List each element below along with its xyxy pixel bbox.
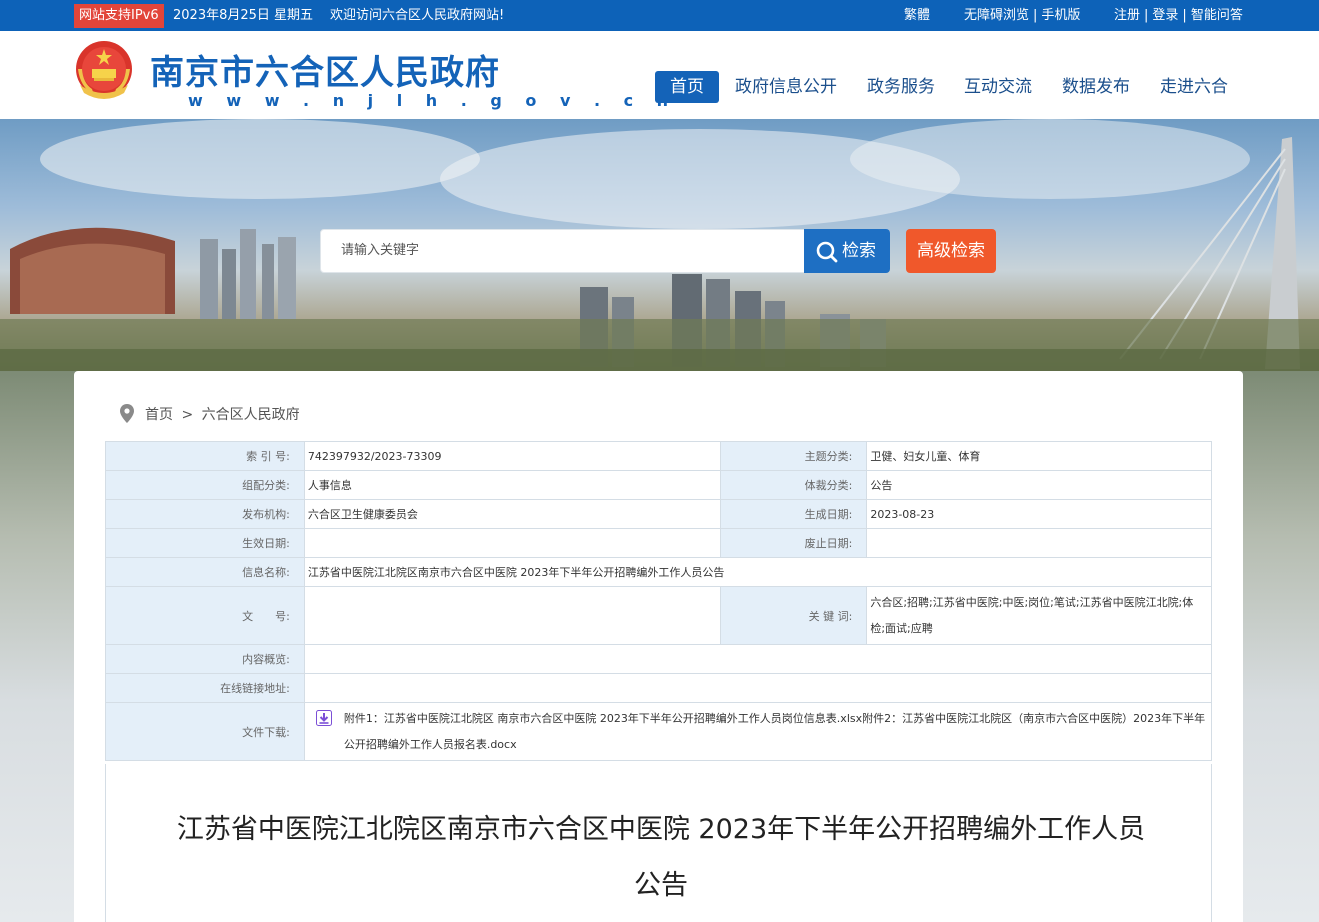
login-link[interactable]: 登录: [1152, 8, 1178, 23]
effective-date-label: 生效日期:: [105, 528, 305, 558]
org-category-label: 组配分类:: [105, 470, 305, 500]
smart-qa-link[interactable]: 智能问答: [1191, 8, 1243, 23]
effective-date-value: [303, 528, 722, 558]
separator: |: [1033, 8, 1038, 23]
attachment-links[interactable]: 附件1：江苏省中医院江北院区 南京市六合区中医院 2023年下半年公开招聘编外工…: [344, 706, 1207, 758]
national-emblem-icon[interactable]: [74, 39, 134, 105]
table-row: 文件下载: 附件1：江苏省中医院江北院区 南京市六合区中医院 2023年下半年公…: [105, 702, 1213, 761]
genre-label: 体裁分类:: [720, 470, 868, 500]
info-name-label: 信息名称:: [105, 557, 305, 587]
current-date: 2023年8月25日 星期五: [173, 8, 314, 23]
file-download-label: 文件下载:: [105, 702, 305, 761]
accessibility-links: 无障碍浏览 | 手机版: [964, 0, 1080, 31]
top-bar: 网站支持IPv6 2023年8月25日 星期五 欢迎访问六合区人民政府网站! 繁…: [0, 0, 1319, 31]
site-url: w w w . n j l h . g o v . c n: [188, 91, 678, 110]
advanced-search-button[interactable]: 高级检索: [906, 229, 996, 273]
genre-value: 公告: [866, 470, 1212, 500]
created-date-value: 2023-08-23: [866, 499, 1212, 529]
search-input[interactable]: 请输入关键字: [320, 229, 806, 273]
nav-gov-services[interactable]: 政务服务: [867, 71, 935, 103]
location-pin-icon: [120, 404, 134, 423]
breadcrumb-current[interactable]: 六合区人民政府: [202, 407, 300, 423]
article-title-line2: 公告: [634, 870, 688, 901]
nav-interaction[interactable]: 互动交流: [964, 71, 1032, 103]
search-button[interactable]: 检索: [804, 229, 890, 273]
search-icon: [816, 241, 838, 263]
table-row: 信息名称: 江苏省中医院江北院区南京市六合区中医院 2023年下半年公开招聘编外…: [105, 557, 1213, 587]
table-row: 文 号: 关 键 词: 六合区;招聘;江苏省中医院;中医;岗位;笔试;江苏省中医…: [105, 586, 1212, 645]
table-row: 发布机构: 六合区卫生健康委员会 生成日期: 2023-08-23: [105, 499, 1212, 529]
org-category-value: 人事信息: [303, 470, 722, 500]
site-header: 南京市六合区人民政府 w w w . n j l h . g o v . c n…: [0, 31, 1319, 119]
breadcrumb-sep: >: [181, 407, 194, 423]
info-name-value: 江苏省中医院江北院区南京市六合区中医院 2023年下半年公开招聘编外工作人员公告: [303, 557, 1213, 587]
traditional-link-wrap: 繁體: [904, 0, 930, 31]
table-row: 内容概览:: [105, 644, 1213, 674]
separator: |: [1144, 8, 1149, 23]
article-body: 江苏省中医院江北院区南京市六合区中医院 2023年下半年公开招聘编外工作人员 公…: [105, 764, 1212, 922]
account-links: 注册 | 登录 | 智能问答: [1114, 0, 1243, 31]
table-row: 生效日期: 废止日期:: [105, 528, 1212, 558]
online-link-value: [303, 673, 1213, 703]
register-link[interactable]: 注册: [1114, 8, 1140, 23]
index-label: 索 引 号:: [105, 441, 305, 471]
publisher-value: 六合区卫生健康委员会: [303, 499, 722, 529]
created-date-label: 生成日期:: [720, 499, 868, 529]
index-value: 742397932/2023-73309: [303, 441, 722, 471]
doc-number-value: [303, 586, 722, 645]
ipv6-badge: 网站支持IPv6: [74, 4, 164, 28]
breadcrumb: 首页 > 六合区人民政府: [145, 404, 300, 424]
nav-about-luhe[interactable]: 走进六合: [1160, 71, 1228, 103]
article-title: 江苏省中医院江北院区南京市六合区中医院 2023年下半年公开招聘编外工作人员 公…: [166, 802, 1156, 914]
nav-home[interactable]: 首页: [655, 71, 719, 103]
summary-value: [303, 644, 1213, 674]
publisher-label: 发布机构:: [105, 499, 305, 529]
keywords-value: 六合区;招聘;江苏省中医院;中医;岗位;笔试;江苏省中医院江北院;体检;面试;应…: [866, 586, 1212, 645]
nav-data-release[interactable]: 数据发布: [1062, 71, 1130, 103]
keywords-label: 关 键 词:: [720, 586, 868, 645]
info-metadata-table: 索 引 号: 742397932/2023-73309 主题分类: 卫健、妇女儿…: [105, 441, 1213, 761]
article-title-line1: 江苏省中医院江北院区南京市六合区中医院 2023年下半年公开招聘编外工作人员: [176, 814, 1146, 845]
abolish-date-label: 废止日期:: [720, 528, 868, 558]
nav-gov-info-disclosure[interactable]: 政府信息公开: [735, 71, 837, 103]
abolish-date-value: [866, 528, 1212, 558]
accessible-browse-link[interactable]: 无障碍浏览: [964, 8, 1029, 23]
topic-label: 主题分类:: [720, 441, 868, 471]
mobile-link[interactable]: 手机版: [1041, 8, 1080, 23]
site-title[interactable]: 南京市六合区人民政府: [150, 45, 500, 94]
table-row: 在线链接地址:: [105, 673, 1213, 703]
download-icon[interactable]: [315, 709, 332, 726]
search-button-label: 检索: [842, 241, 876, 261]
online-link-label: 在线链接地址:: [105, 673, 305, 703]
separator: |: [1182, 8, 1187, 23]
traditional-chinese-link[interactable]: 繁體: [904, 8, 930, 23]
welcome-text: 欢迎访问六合区人民政府网站!: [330, 8, 505, 23]
content-panel: 首页 > 六合区人民政府 索 引 号: 742397932/2023-73309…: [74, 371, 1243, 922]
breadcrumb-home[interactable]: 首页: [145, 407, 173, 423]
table-row: 组配分类: 人事信息 体裁分类: 公告: [105, 470, 1212, 500]
file-download-cell: 附件1：江苏省中医院江北院区 南京市六合区中医院 2023年下半年公开招聘编外工…: [303, 702, 1213, 761]
doc-number-label: 文 号:: [105, 586, 305, 645]
table-row: 索 引 号: 742397932/2023-73309 主题分类: 卫健、妇女儿…: [105, 441, 1212, 471]
summary-label: 内容概览:: [105, 644, 305, 674]
topic-value: 卫健、妇女儿童、体育: [866, 441, 1212, 471]
